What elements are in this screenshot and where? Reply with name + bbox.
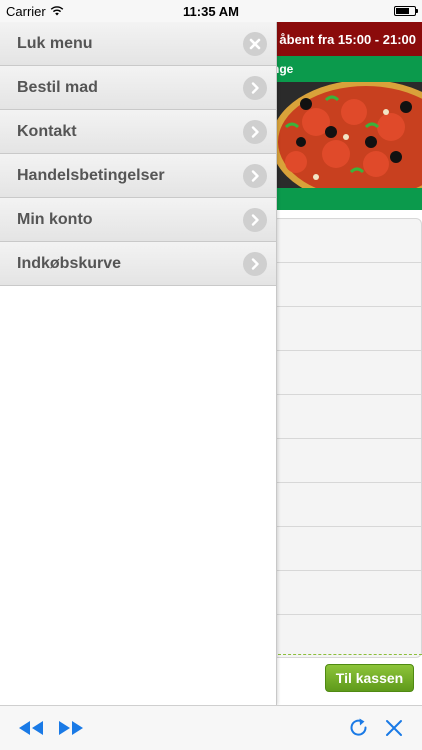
carrier-label: Carrier [6,3,46,19]
wifi-icon [50,4,64,19]
checkout-button[interactable]: Til kassen [325,664,414,692]
menu-item-label: Indkøbskurve [17,254,122,272]
reload-icon[interactable] [348,717,370,739]
chevron-right-icon [243,251,267,276]
divider [278,654,422,655]
menu-item-label: Luk menu [17,34,93,52]
pizza-image [276,82,422,188]
chevron-right-icon [243,119,267,144]
toolbar-action-group [348,717,404,739]
green-strip [276,188,422,210]
app-screen: Carrier 11:35 AM vi åbent fra 15:00 - 21… [0,0,422,750]
fast-forward-icon[interactable] [58,720,84,736]
menu-item-label: Min konto [17,210,93,228]
chevron-right-icon [243,163,267,188]
close-icon[interactable] [384,718,404,738]
battery-icon [394,6,418,16]
close-icon [243,31,267,56]
menu-item-cart[interactable]: Indkøbskurve [0,242,276,286]
chevron-right-icon [243,207,267,232]
browser-toolbar [0,705,422,750]
background-list [272,218,422,658]
status-left: Carrier [6,4,64,19]
menu-item-terms[interactable]: Handelsbetingelser [0,154,276,198]
menu-item-label: Kontakt [17,122,77,140]
menu-item-contact[interactable]: Kontakt [0,110,276,154]
menu-item-close[interactable]: Luk menu [0,22,276,66]
menu-item-label: Handelsbetingelser [17,166,165,184]
chevron-right-icon [243,75,267,100]
rewind-icon[interactable] [18,720,44,736]
menu-item-my-account[interactable]: Min konto [0,198,276,242]
menu-item-order-food[interactable]: Bestil mad [0,66,276,110]
toolbar-nav-group [18,720,84,736]
menu-item-label: Bestil mad [17,78,98,96]
status-bar: Carrier 11:35 AM [0,0,422,22]
side-menu: Luk menu Bestil mad Kontakt Handelsbetin… [0,22,277,705]
